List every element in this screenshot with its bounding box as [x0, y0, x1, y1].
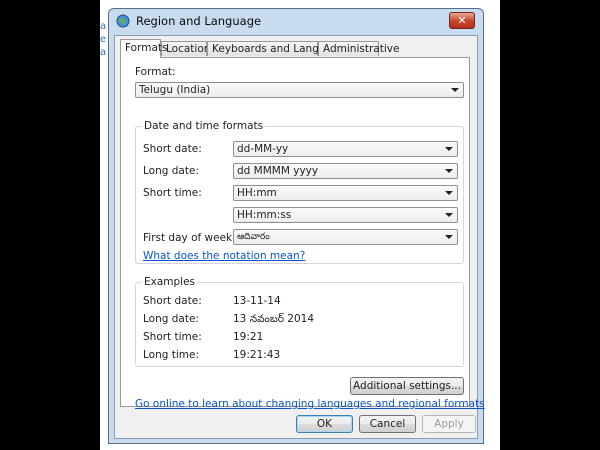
format-label: Format:	[135, 66, 176, 78]
examples-title: Examples	[142, 276, 198, 288]
formats-panel: Format: Telugu (India) Date and time for…	[120, 57, 485, 410]
background-text: a	[100, 21, 107, 32]
region-and-language-dialog: Region and Language ✕ Formats Location K…	[108, 8, 485, 444]
long-time-select[interactable]: HH:mm:ss	[233, 207, 458, 223]
format-value: Telugu (India)	[139, 84, 211, 96]
window-title: Region and Language	[136, 14, 262, 28]
date-time-formats-group: Date and time formats Short date: dd-MM-…	[135, 120, 464, 264]
close-button[interactable]: ✕	[449, 12, 475, 29]
short-time-label: Short time:	[143, 187, 202, 199]
short-time-format-value: HH:mm	[237, 187, 277, 199]
title-bar: Region and Language ✕	[109, 9, 483, 33]
example-long-time-value: 19:21:43	[233, 349, 281, 361]
cancel-button[interactable]: Cancel	[359, 415, 416, 433]
tab-location[interactable]: Location	[161, 41, 210, 56]
long-date-label: Long date:	[143, 165, 199, 177]
example-long-time-label: Long time:	[143, 349, 200, 361]
chevron-down-icon	[445, 191, 453, 195]
background-text: a	[100, 47, 107, 58]
chevron-down-icon	[445, 235, 453, 239]
apply-button[interactable]: Apply	[422, 415, 476, 433]
background-window-fragment: a e a	[100, 20, 106, 59]
close-icon: ✕	[457, 14, 467, 27]
first-day-of-week-label: First day of week:	[143, 232, 236, 244]
tab-keyboards-and-languages[interactable]: Keyboards and Languages	[207, 41, 351, 56]
short-date-select[interactable]: dd-MM-yy	[233, 141, 458, 157]
date-time-formats-title: Date and time formats	[142, 120, 266, 132]
first-day-of-week-value: ఆదివారం	[237, 232, 270, 242]
example-short-date-value: 13-11-14	[233, 295, 281, 307]
example-short-time-value: 19:21	[233, 331, 264, 343]
short-date-label: Short date:	[143, 143, 202, 155]
example-long-date-label: Long date:	[143, 313, 199, 325]
format-select[interactable]: Telugu (India)	[135, 82, 464, 98]
globe-icon	[116, 14, 130, 28]
background-text: e	[100, 34, 107, 45]
example-short-date-label: Short date:	[143, 295, 202, 307]
first-day-of-week-select[interactable]: ఆదివారం	[233, 229, 458, 245]
short-time-select[interactable]: HH:mm	[233, 185, 458, 201]
short-date-format-value: dd-MM-yy	[237, 143, 289, 155]
tab-formats[interactable]: Formats	[120, 39, 167, 58]
dialog-body: Formats Location Keyboards and Languages…	[114, 35, 485, 439]
chevron-down-icon	[451, 88, 459, 92]
example-short-time-label: Short time:	[143, 331, 202, 343]
chevron-down-icon	[445, 169, 453, 173]
tab-administrative[interactable]: Administrative	[318, 41, 399, 56]
notation-help-link[interactable]: What does the notation mean?	[143, 250, 305, 262]
chevron-down-icon	[445, 147, 453, 151]
ok-button[interactable]: OK	[296, 415, 353, 433]
long-time-format-value: HH:mm:ss	[237, 209, 292, 221]
long-date-format-value: dd MMMM yyyy	[237, 165, 319, 177]
screenshot-area: Region and Language ✕ Formats Location K…	[100, 0, 500, 450]
online-help-link[interactable]: Go online to learn about changing langua…	[135, 398, 485, 410]
examples-group: Examples Short date: 13-11-14 Long date:…	[135, 276, 464, 367]
long-date-select[interactable]: dd MMMM yyyy	[233, 163, 458, 179]
example-long-date-value: 13 నవంబర్ 2014	[233, 313, 315, 325]
chevron-down-icon	[445, 213, 453, 217]
additional-settings-button[interactable]: Additional settings...	[350, 377, 464, 395]
